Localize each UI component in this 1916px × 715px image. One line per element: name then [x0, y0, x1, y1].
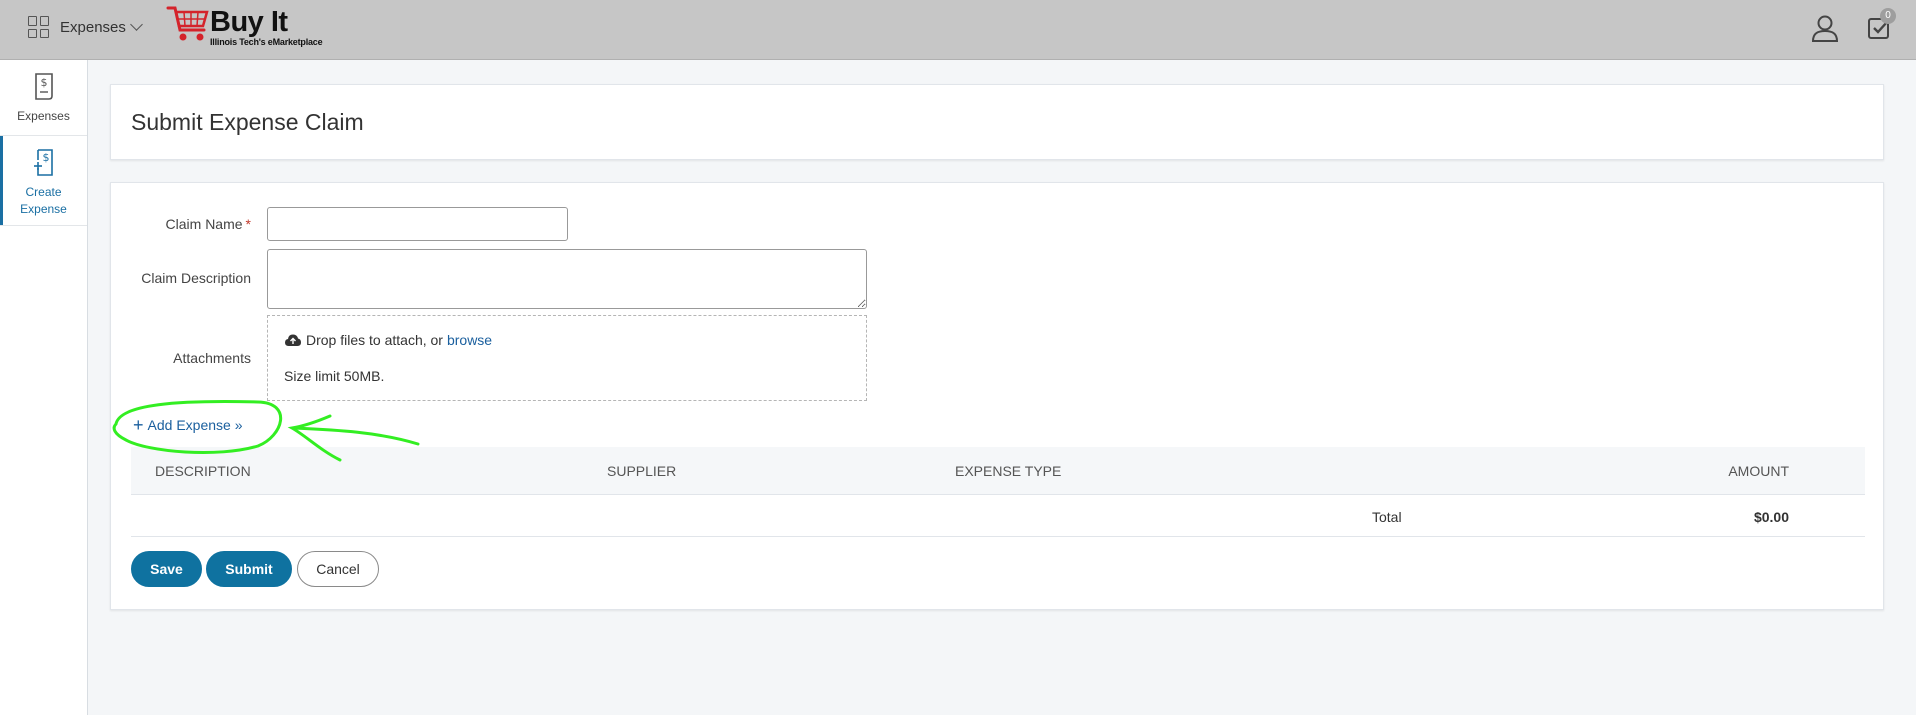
column-header-supplier: SUPPLIER — [607, 463, 677, 479]
tasks-count-badge: 0 — [1880, 8, 1896, 24]
claim-name-label-text: Claim Name — [165, 216, 243, 232]
attachments-label: Attachments — [173, 350, 251, 366]
top-bar: Expenses Buy It Illinois Tech's eMarketp… — [0, 0, 1916, 60]
page-header-panel: Submit Expense Claim — [110, 84, 1884, 160]
sidebar-item-label: Create Expense — [20, 185, 67, 216]
cancel-button[interactable]: Cancel — [297, 551, 379, 587]
svg-text:$: $ — [40, 76, 47, 89]
expense-table-total-row: Total $0.00 — [131, 495, 1865, 537]
column-header-amount: AMOUNT — [1728, 463, 1789, 479]
chevron-down-icon — [130, 18, 143, 31]
sidebar-item-create-expense[interactable]: $ Create Expense — [0, 136, 87, 226]
browse-link[interactable]: browse — [447, 332, 492, 348]
claim-description-label: Claim Description — [141, 270, 251, 286]
create-expense-icon: $ — [33, 149, 53, 176]
app-switcher[interactable]: Expenses — [28, 16, 143, 38]
sidebar-item-expenses[interactable]: $ Expenses — [0, 60, 87, 136]
expense-claim-form: Claim Name * Claim Description Attachment… — [110, 182, 1884, 610]
sidebar: $ Expenses $ Create Expense — [0, 60, 88, 715]
total-label: Total — [1372, 509, 1402, 525]
expense-table-header: DESCRIPTION SUPPLIER EXPENSE TYPE AMOUNT — [131, 447, 1865, 495]
shopping-cart-icon — [166, 6, 209, 41]
logo-subtitle: Illinois Tech's eMarketplace — [210, 37, 323, 47]
claim-name-input[interactable] — [267, 207, 568, 241]
submit-button[interactable]: Submit — [206, 551, 292, 587]
plus-icon: + — [133, 415, 144, 435]
size-limit-text: Size limit 50MB. — [284, 368, 385, 384]
attachments-dropzone[interactable]: Drop files to attach, or browse Size lim… — [267, 315, 867, 401]
required-mark: * — [245, 216, 251, 232]
svg-text:$: $ — [42, 151, 49, 164]
app-switcher-label: Expenses — [60, 18, 126, 36]
add-expense-label: Add Expense » — [147, 417, 243, 433]
user-profile-icon[interactable] — [1810, 13, 1840, 43]
column-header-expense-type: EXPENSE TYPE — [955, 463, 1062, 479]
column-header-description: DESCRIPTION — [155, 463, 251, 479]
grid-icon — [28, 16, 50, 38]
page-title: Submit Expense Claim — [131, 109, 364, 135]
buy-it-logo[interactable]: Buy It Illinois Tech's eMarketplace — [166, 4, 323, 47]
receipt-icon: $ — [34, 73, 53, 100]
cloud-upload-icon — [285, 334, 301, 346]
claim-name-label: Claim Name * — [111, 216, 251, 232]
drop-files-text: Drop files to attach, or — [306, 332, 443, 348]
logo-title: Buy It — [210, 6, 288, 38]
add-expense-link[interactable]: + Add Expense » — [133, 415, 243, 435]
total-amount: $0.00 — [1753, 509, 1789, 525]
save-button[interactable]: Save — [131, 551, 202, 587]
claim-description-textarea[interactable] — [267, 249, 867, 309]
sidebar-item-label: Expenses — [17, 109, 70, 123]
